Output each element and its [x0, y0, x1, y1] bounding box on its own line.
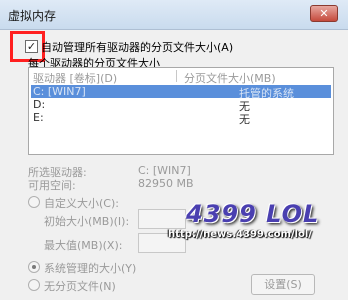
drive-name: C: [WIN7] — [33, 85, 86, 98]
dialog-content: ✓ 自动管理所有驱动器的分页文件大小(A) 每个驱动器的分页文件大小 驱动器 [… — [0, 30, 348, 300]
custom-size-radio[interactable] — [28, 196, 40, 208]
initial-size-label: 初始大小(MB)(I): — [44, 215, 130, 228]
custom-size-label[interactable]: 自定义大小(C): — [44, 195, 119, 211]
watermark-logo: 4399 LOL — [186, 200, 320, 228]
system-managed-radio[interactable] — [28, 261, 40, 273]
window-title: 虚拟内存 — [8, 9, 57, 23]
column-separator — [176, 70, 177, 82]
drive-list-header: 驱动器 [卷标](D) 分页文件大小(MB) — [29, 68, 333, 85]
drive-row[interactable]: C: [WIN7] 托管的系统 — [31, 85, 331, 100]
no-paging-file-radio[interactable] — [28, 279, 40, 291]
auto-manage-label[interactable]: 自动管理所有驱动器的分页文件大小(A) — [41, 39, 233, 55]
drive-name: E: — [33, 111, 44, 124]
free-space-value: 82950 MB — [138, 177, 194, 190]
set-button[interactable]: 设置(S) — [251, 274, 315, 295]
drive-list[interactable]: 驱动器 [卷标](D) 分页文件大小(MB) C: [WIN7] 托管的系统 D… — [28, 67, 334, 155]
close-button[interactable]: ✕ — [310, 5, 338, 22]
free-space-label: 可用空间: — [28, 179, 76, 192]
drive-row[interactable]: D: 无 — [31, 98, 331, 113]
title-bar: 虚拟内存 ✕ — [0, 0, 348, 30]
column-header-size: 分页文件大小(MB) — [184, 72, 276, 85]
max-size-label: 最大值(MB)(X): — [44, 239, 123, 252]
drive-name: D: — [33, 98, 46, 111]
drive-row[interactable]: E: 无 — [31, 111, 331, 126]
drive-paging-size: 无 — [239, 113, 250, 126]
column-header-drive: 驱动器 [卷标](D) — [33, 72, 118, 85]
system-managed-label[interactable]: 系统管理的大小(Y) — [44, 260, 136, 276]
watermark-url: http://news.4399.com/lol/ — [168, 229, 312, 240]
initial-size-input[interactable] — [138, 209, 186, 229]
auto-manage-checkbox[interactable]: ✓ — [25, 40, 38, 53]
selected-drive-value: C: [WIN7] — [138, 164, 191, 177]
no-paging-file-label[interactable]: 无分页文件(N) — [44, 278, 116, 294]
